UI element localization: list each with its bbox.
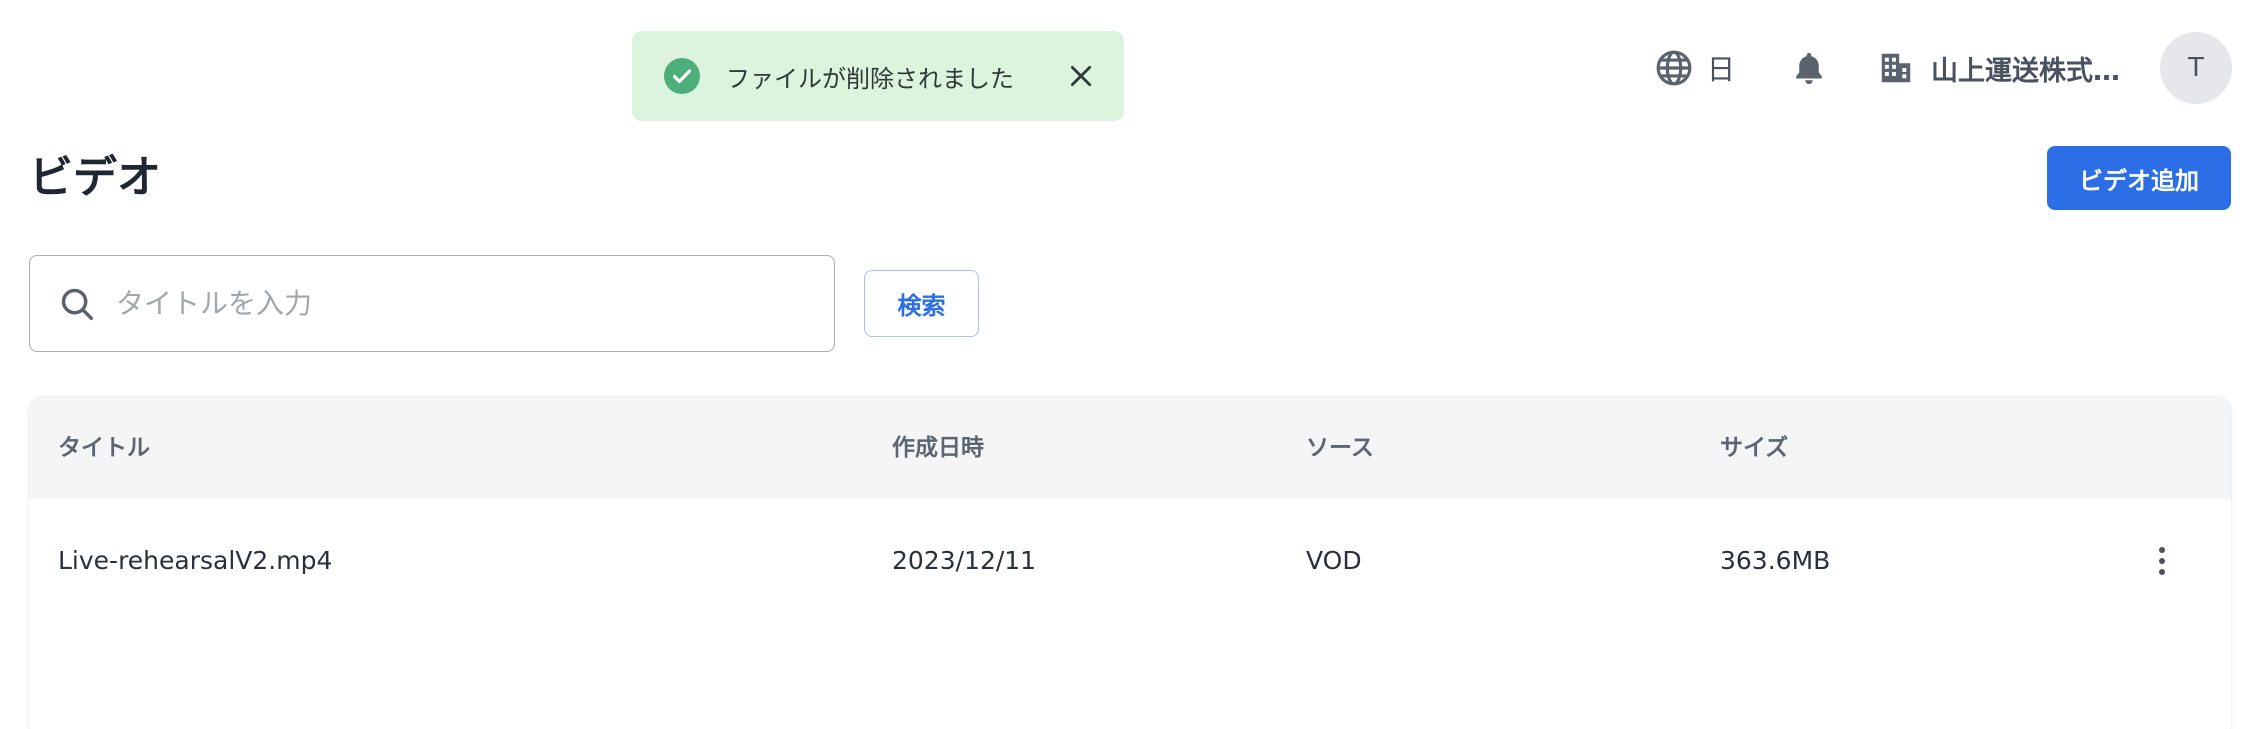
column-header-created: 作成日時 [892,435,984,461]
building-icon [1877,49,1915,87]
search-button[interactable]: 検索 [864,270,979,337]
globe-icon [1655,49,1693,87]
page-title: ビデオ [29,152,161,203]
language-switcher[interactable]: 日 [1655,48,1735,88]
column-header-title: タイトル [58,435,150,461]
cell-created: 2023/12/11 [892,546,1037,575]
toast-message: ファイルが削除されました [726,64,1014,93]
language-label: 日 [1706,53,1735,86]
video-table: タイトル 作成日時 ソース サイズ Live-rehearsalV2.mp4 2… [29,397,2231,729]
column-header-size: サイズ [1720,435,1789,461]
notification-bell[interactable] [1791,49,1827,87]
search-input[interactable] [116,287,796,320]
header-controls: 日 山上運送株式… T [1655,32,2232,104]
table-row[interactable]: Live-rehearsalV2.mp4 2023/12/11 VOD 363.… [29,499,2231,623]
column-header-source: ソース [1306,435,1374,461]
video-page: 日 山上運送株式… T ファイルが削除されました ビデオ ビデオ追加 タイトルを… [0,0,2250,729]
add-video-button[interactable]: ビデオ追加 [2047,146,2231,210]
avatar-initial: T [2188,53,2204,83]
bell-icon [1791,49,1827,87]
table-header: タイトル 作成日時 ソース サイズ [29,397,2231,499]
more-vertical-icon[interactable] [2150,545,2174,577]
cell-title: Live-rehearsalV2.mp4 [58,546,333,575]
avatar[interactable]: T [2160,32,2232,104]
cell-source: VOD [1306,546,1362,575]
check-circle-icon [664,58,700,94]
close-icon[interactable] [1066,61,1096,91]
search-icon [58,285,96,323]
company-name: 山上運送株式… [1931,55,2120,87]
success-toast: ファイルが削除されました [632,31,1124,121]
cell-size: 363.6MB [1720,546,1831,575]
company-switcher[interactable]: 山上運送株式… [1877,49,2120,88]
search-field[interactable] [29,255,835,352]
